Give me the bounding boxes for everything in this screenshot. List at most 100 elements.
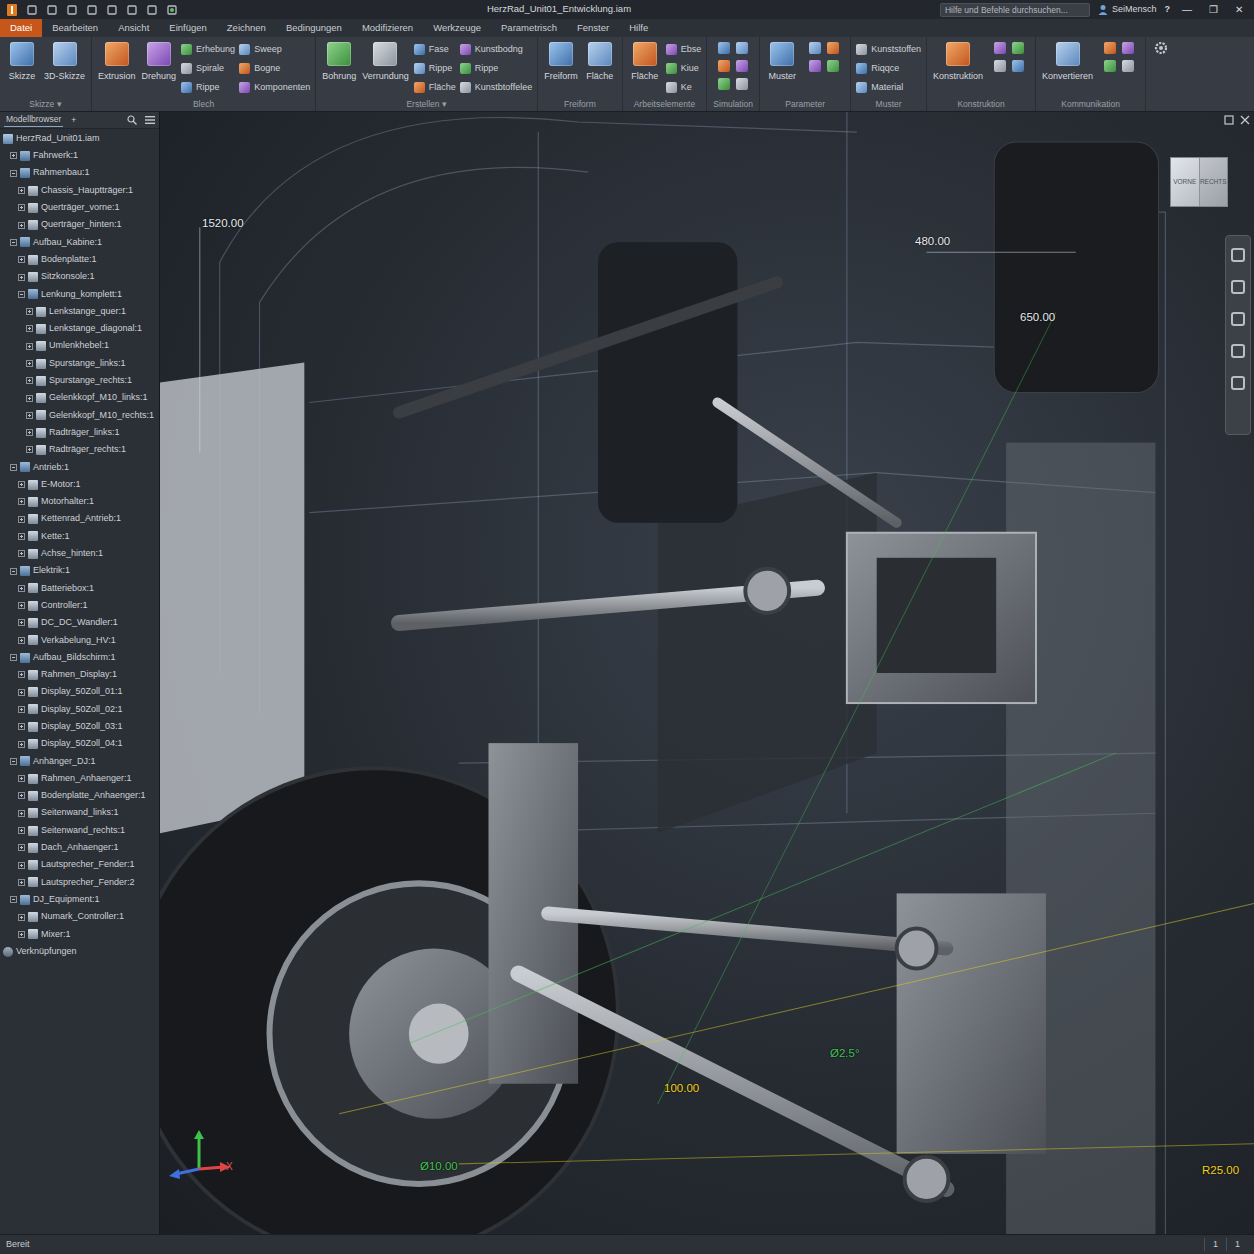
expand-toggle[interactable] bbox=[18, 291, 25, 298]
print-icon[interactable] bbox=[146, 4, 158, 16]
expand-toggle[interactable] bbox=[26, 446, 33, 453]
expand-toggle[interactable] bbox=[18, 689, 25, 696]
tree-item[interactable]: Batteriebox:1 bbox=[0, 580, 159, 597]
menu-tab[interactable]: Fenster bbox=[567, 19, 619, 37]
expand-toggle[interactable] bbox=[26, 429, 33, 436]
ribbon-button-label[interactable]: Rippe bbox=[196, 81, 220, 95]
tree-item-label[interactable]: Display_50Zoll_02:1 bbox=[41, 703, 123, 717]
tree-item-label[interactable]: Numark_Controller:1 bbox=[41, 910, 124, 924]
dimension-label[interactable]: Ø10.00 bbox=[420, 1158, 458, 1175]
tree-item-label[interactable]: Rahmenbau:1 bbox=[33, 166, 90, 180]
help-button[interactable]: ? bbox=[1165, 3, 1171, 17]
menu-tab[interactable]: Werkzeuge bbox=[423, 19, 491, 37]
expand-toggle[interactable] bbox=[10, 896, 17, 903]
ribbon-large-button[interactable]: Skizze bbox=[5, 42, 39, 84]
tree-item[interactable]: Gelenkkopf_M10_rechts:1 bbox=[0, 407, 159, 424]
expand-toggle[interactable] bbox=[18, 775, 25, 782]
expand-toggle[interactable] bbox=[18, 879, 25, 886]
tree-item-label[interactable]: DC_DC_Wandler:1 bbox=[41, 616, 118, 630]
help-search-field[interactable] bbox=[940, 3, 1090, 17]
tree-item[interactable]: Mixer:1 bbox=[0, 926, 159, 943]
expand-toggle[interactable] bbox=[18, 671, 25, 678]
graphics-viewport[interactable]: 1520.00480.00650.00100.00Ø10.00R25.00Ø2.… bbox=[160, 112, 1254, 1234]
menu-tab[interactable]: Ansicht bbox=[108, 19, 159, 37]
ribbon-button-label[interactable]: Verrundung bbox=[362, 70, 409, 84]
tree-item[interactable]: Bodenplatte_Anhaenger:1 bbox=[0, 787, 159, 804]
expand-toggle[interactable] bbox=[18, 637, 25, 644]
ribbon-large-button[interactable]: Fläche bbox=[583, 42, 617, 84]
expand-toggle[interactable] bbox=[26, 308, 33, 315]
expand-toggle[interactable] bbox=[26, 360, 33, 367]
expand-toggle[interactable] bbox=[26, 412, 33, 419]
ribbon-button-label[interactable]: Ebse bbox=[681, 43, 702, 57]
ribbon-small-button[interactable]: Rippe bbox=[181, 80, 235, 95]
tree-item[interactable]: Lautsprecher_Fender:2 bbox=[0, 874, 159, 891]
menu-tab[interactable]: Zeichnen bbox=[217, 19, 276, 37]
expand-toggle[interactable] bbox=[18, 914, 25, 921]
ribbon-button-label[interactable]: Fläche bbox=[631, 70, 658, 84]
redo-icon[interactable] bbox=[106, 4, 118, 16]
expand-toggle[interactable] bbox=[10, 568, 17, 575]
tree-item[interactable]: Aufbau_Bildschirm:1 bbox=[0, 649, 159, 666]
ribbon-button-label[interactable]: Muster bbox=[768, 70, 796, 84]
tree-item[interactable]: DJ_Equipment:1 bbox=[0, 891, 159, 908]
tree-item-label[interactable]: Anhänger_DJ:1 bbox=[33, 755, 96, 769]
ribbon-button-label[interactable]: Konstruktion bbox=[933, 70, 983, 84]
ribbon-button-label[interactable]: 3D-Skizze bbox=[44, 70, 85, 84]
ribbon-large-button[interactable]: Verrundung bbox=[361, 42, 410, 84]
tree-item-label[interactable]: Gelenkkopf_M10_rechts:1 bbox=[49, 409, 154, 423]
close-viewport-icon[interactable] bbox=[1240, 115, 1250, 125]
tree-item-label[interactable]: Querträger_vorne:1 bbox=[41, 201, 120, 215]
navigation-tool-icon[interactable] bbox=[1231, 280, 1245, 294]
tree-item[interactable]: Display_50Zoll_03:1 bbox=[0, 718, 159, 735]
save-icon[interactable] bbox=[66, 4, 78, 16]
expand-toggle[interactable] bbox=[18, 844, 25, 851]
tree-item-label[interactable]: Aufbau_Bildschirm:1 bbox=[33, 651, 116, 665]
tree-item-label[interactable]: Sitzkonsole:1 bbox=[41, 270, 95, 284]
tree-item-label[interactable]: Spurstange_rechts:1 bbox=[49, 374, 132, 388]
tree-item[interactable]: Dach_Anhaenger:1 bbox=[0, 839, 159, 856]
tree-item[interactable]: Radträger_rechts:1 bbox=[0, 441, 159, 458]
tree-item-label[interactable]: Lautsprecher_Fender:1 bbox=[41, 858, 135, 872]
ribbon-button-label[interactable]: Fläche bbox=[429, 81, 456, 95]
ribbon-large-button[interactable]: Fläche bbox=[628, 42, 662, 84]
tree-item[interactable]: Verknüpfungen bbox=[0, 943, 159, 960]
tree-item-label[interactable]: Radträger_links:1 bbox=[49, 426, 120, 440]
tree-item[interactable]: Display_50Zoll_01:1 bbox=[0, 684, 159, 701]
tree-item-label[interactable]: Display_50Zoll_03:1 bbox=[41, 720, 123, 734]
expand-toggle[interactable] bbox=[10, 464, 17, 471]
ribbon-button-label[interactable]: Rippe bbox=[475, 62, 499, 76]
expand-toggle[interactable] bbox=[10, 152, 17, 159]
ribbon-large-button[interactable]: Drehung bbox=[141, 42, 178, 84]
home-icon[interactable] bbox=[126, 4, 138, 16]
dimension-label[interactable]: 650.00 bbox=[1020, 309, 1055, 326]
tree-item-label[interactable]: DJ_Equipment:1 bbox=[33, 893, 100, 907]
tree-item-label[interactable]: Chassis_Hauptträger:1 bbox=[41, 184, 133, 198]
menu-tab[interactable]: Datei bbox=[0, 19, 42, 37]
ribbon-button-label[interactable]: Spirale bbox=[196, 62, 224, 76]
tree-item[interactable]: Display_50Zoll_02:1 bbox=[0, 701, 159, 718]
tree-item[interactable]: Sitzkonsole:1 bbox=[0, 268, 159, 285]
user-name[interactable]: SeiMensch bbox=[1112, 3, 1157, 17]
ribbon-button-label[interactable]: Fläche bbox=[586, 70, 613, 84]
expand-toggle[interactable] bbox=[18, 222, 25, 229]
ribbon-button-label[interactable]: Kunstbodng bbox=[475, 43, 523, 57]
tree-item[interactable]: Rahmenbau:1 bbox=[0, 165, 159, 182]
tree-item[interactable]: Bodenplatte:1 bbox=[0, 251, 159, 268]
navigation-tool-icon[interactable] bbox=[1231, 248, 1245, 262]
ribbon-large-button[interactable]: Muster bbox=[765, 42, 799, 84]
tree-item-label[interactable]: Fahrwerk:1 bbox=[33, 149, 78, 163]
menu-tab[interactable]: Hilfe bbox=[619, 19, 658, 37]
tree-item-label[interactable]: Lautsprecher_Fender:2 bbox=[41, 876, 135, 890]
tree-item-label[interactable]: Lenkung_komplett:1 bbox=[41, 288, 122, 302]
menu-tab[interactable]: Bearbeiten bbox=[42, 19, 108, 37]
tree-item[interactable]: Umlenkhebel:1 bbox=[0, 338, 159, 355]
ribbon-small-button[interactable]: Kunststoffen bbox=[856, 42, 921, 57]
tree-item[interactable]: Verkabelung_HV:1 bbox=[0, 632, 159, 649]
tree-item-label[interactable]: Antrieb:1 bbox=[33, 461, 69, 475]
tree-item[interactable]: Controller:1 bbox=[0, 597, 159, 614]
ribbon-button-label[interactable]: Extrusion bbox=[98, 70, 136, 84]
view-cube[interactable]: VORNERECHTS bbox=[1170, 157, 1228, 207]
tree-item[interactable]: Aufbau_Kabine:1 bbox=[0, 234, 159, 251]
gear-icon[interactable] bbox=[1154, 41, 1168, 55]
